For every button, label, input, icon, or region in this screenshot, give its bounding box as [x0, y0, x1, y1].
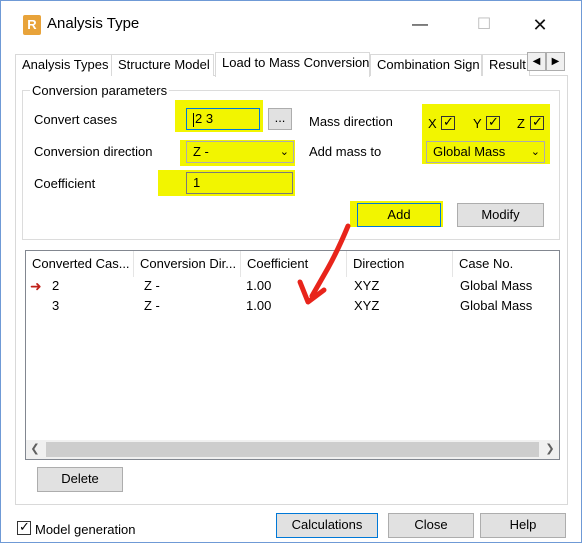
- table-cell: 2: [52, 278, 60, 293]
- model-generation-checkbox[interactable]: ✓: [17, 519, 31, 535]
- tab-scroll-arrows: ◀ ▶: [527, 52, 567, 72]
- scroll-left-icon[interactable]: ❮: [26, 440, 44, 459]
- tab-result[interactable]: Result: [482, 54, 530, 76]
- close-window-button[interactable]: ✕: [525, 11, 555, 39]
- mass-y-checkbox[interactable]: ✓: [486, 114, 500, 130]
- column-header-conversion-direction[interactable]: Conversion Dir...: [134, 251, 241, 277]
- tab-analysis-types[interactable]: Analysis Types: [15, 54, 112, 76]
- table-cell: Global Mass: [460, 278, 533, 293]
- convert-cases-input[interactable]: 2 3: [186, 108, 260, 130]
- minimize-button[interactable]: —: [405, 11, 435, 39]
- add-mass-to-select[interactable]: Global Mass ⌄: [426, 141, 545, 163]
- mass-y-label: Y: [473, 116, 482, 131]
- checkmark-icon: ✓: [488, 114, 499, 129]
- coefficient-label: Coefficient: [34, 176, 96, 191]
- table-cell: Z -: [144, 278, 160, 293]
- maximize-button[interactable]: ☐: [469, 11, 499, 39]
- checkmark-icon: ✓: [443, 114, 454, 129]
- chevron-down-icon: ⌄: [279, 146, 289, 158]
- tab-scroll-left-icon[interactable]: ◀: [527, 52, 546, 71]
- column-header-case-no[interactable]: Case No.: [453, 251, 559, 277]
- scrollbar-thumb[interactable]: [46, 442, 539, 457]
- tab-load-to-mass-conversion[interactable]: Load to Mass Conversion: [215, 52, 370, 77]
- mass-direction-label: Mass direction: [309, 114, 393, 129]
- window-title: Analysis Type: [47, 15, 140, 32]
- help-button[interactable]: Help: [480, 513, 566, 538]
- add-mass-to-value: Global Mass: [433, 144, 506, 159]
- checkmark-icon: ✓: [532, 114, 543, 129]
- app-logo-icon: R: [23, 15, 41, 35]
- add-button[interactable]: Add: [357, 203, 441, 227]
- close-button[interactable]: Close: [388, 513, 474, 538]
- table-cell: 1.00: [246, 298, 272, 313]
- tab-structure-model[interactable]: Structure Model: [111, 54, 214, 76]
- convert-cases-label: Convert cases: [34, 112, 118, 127]
- browse-cases-button[interactable]: ...: [268, 108, 292, 130]
- scroll-right-icon[interactable]: ❯: [541, 440, 559, 459]
- tab-strip: Analysis Types Structure Model Load to M…: [15, 52, 550, 77]
- coefficient-value: 1: [193, 175, 201, 190]
- table-cell: 3: [52, 298, 60, 313]
- model-generation-label: Model generation: [35, 522, 136, 537]
- table-cell: Z -: [144, 298, 160, 313]
- add-mass-to-label: Add mass to: [309, 144, 382, 159]
- column-header-direction[interactable]: Direction: [347, 251, 453, 277]
- chevron-down-icon: ⌄: [530, 146, 540, 158]
- conversion-parameters-legend: Conversion parameters: [30, 83, 170, 98]
- mass-x-label: X: [428, 116, 437, 131]
- table-cell: 1.00: [246, 278, 272, 293]
- conversion-direction-label: Conversion direction: [34, 144, 153, 159]
- horizontal-scrollbar[interactable]: ❮ ❯: [26, 440, 559, 459]
- coefficient-input[interactable]: 1: [186, 172, 293, 194]
- modify-button[interactable]: Modify: [457, 203, 544, 227]
- current-row-arrow-icon: ➜: [30, 278, 42, 294]
- mass-z-label: Z: [517, 116, 525, 131]
- mass-z-checkbox[interactable]: ✓: [530, 114, 544, 130]
- mass-x-checkbox[interactable]: ✓: [441, 114, 455, 130]
- calculations-button[interactable]: Calculations: [276, 513, 378, 538]
- conversion-direction-value: Z -: [193, 144, 209, 159]
- title-bar: R Analysis Type — ☐ ✕: [1, 1, 581, 49]
- annotation-arrow-icon: [297, 223, 351, 305]
- text-caret: [193, 112, 194, 127]
- tab-scroll-right-icon[interactable]: ▶: [546, 52, 565, 71]
- column-header-converted-cases[interactable]: Converted Cas...: [26, 251, 134, 277]
- convert-cases-value: 2 3: [195, 111, 214, 126]
- conversion-direction-select[interactable]: Z - ⌄: [186, 141, 294, 163]
- delete-button[interactable]: Delete: [37, 467, 123, 492]
- table-cell: Global Mass: [460, 298, 533, 313]
- checkmark-icon: ✓: [19, 519, 30, 534]
- tab-combination-sign[interactable]: Combination Sign: [370, 54, 482, 76]
